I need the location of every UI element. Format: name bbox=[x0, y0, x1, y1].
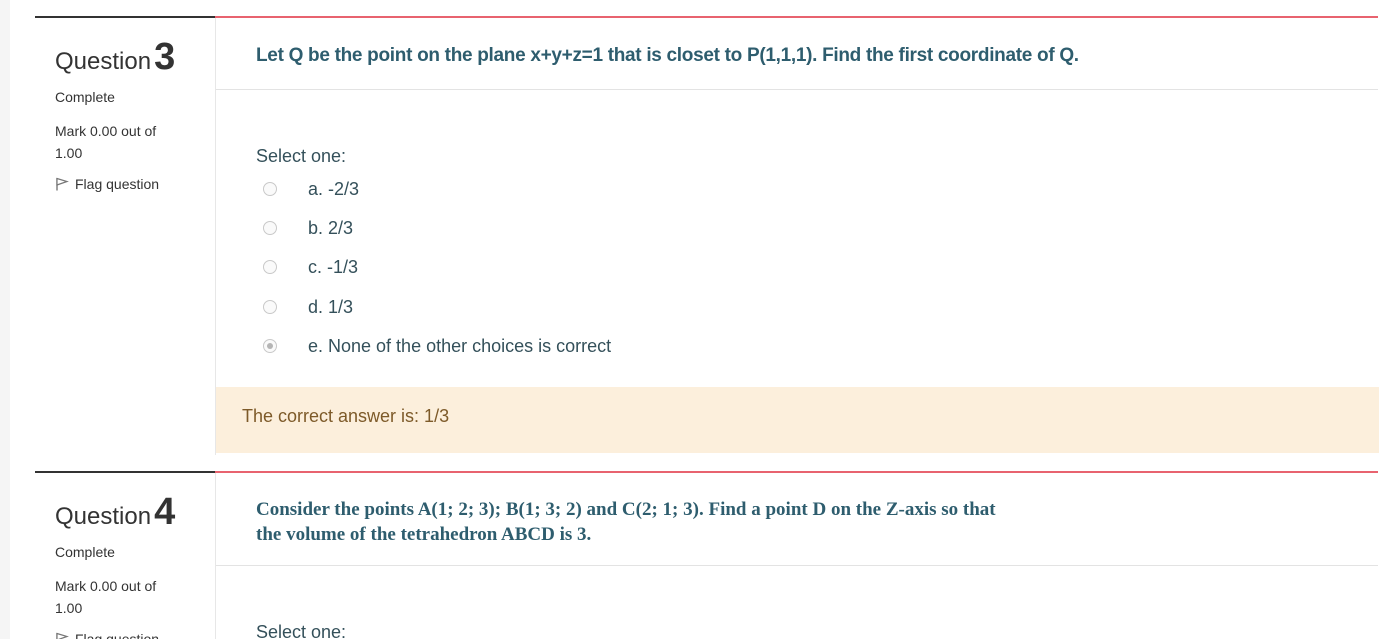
question-grade: Mark 0.00 out of 1.00 bbox=[55, 578, 157, 616]
question-info: Question3 Complete Mark 0.00 out of 1.00… bbox=[35, 16, 215, 455]
question-state: Complete bbox=[55, 89, 115, 105]
question-text-area: Let Q be the point on the plane x+y+z=1 … bbox=[216, 18, 1378, 90]
quiz-review-page: Question3 Complete Mark 0.00 out of 1.00… bbox=[0, 0, 1395, 639]
question-formulation: Let Q be the point on the plane x+y+z=1 … bbox=[215, 18, 1379, 455]
question-word: Question bbox=[55, 48, 152, 75]
question-3: Question3 Complete Mark 0.00 out of 1.00… bbox=[35, 16, 1379, 455]
question-text-line-1: Consider the points A(1; 2; 3); B(1; 3; … bbox=[256, 499, 996, 520]
question-number: 3 bbox=[154, 36, 176, 78]
radio-checked-icon[interactable] bbox=[263, 339, 277, 353]
question-text-line-2: the volume of the tetrahedron ABCD is 3. bbox=[256, 524, 592, 545]
flag-question-link[interactable]: Flag question bbox=[55, 631, 159, 639]
select-one-prompt: Select one: bbox=[256, 622, 347, 639]
left-page-strip bbox=[0, 0, 10, 639]
question-content: Consider the points A(1; 2; 3); B(1; 3; … bbox=[215, 471, 1378, 639]
option-label: c. -1/3 bbox=[308, 257, 359, 277]
option-label: a. -2/3 bbox=[308, 179, 360, 199]
question-word: Question bbox=[55, 503, 152, 530]
radio-icon[interactable] bbox=[263, 182, 277, 196]
question-grade: Mark 0.00 out of 1.00 bbox=[55, 123, 157, 161]
question-text: Let Q be the point on the plane x+y+z=1 … bbox=[256, 45, 1079, 66]
radio-icon[interactable] bbox=[263, 300, 277, 314]
question-state: Complete bbox=[55, 544, 115, 560]
question-text-area: Consider the points A(1; 2; 3); B(1; 3; … bbox=[216, 473, 1378, 566]
correct-answer-text: The correct answer is: 1/3 bbox=[242, 406, 450, 426]
feedback-box: The correct answer is: 1/3 bbox=[216, 387, 1379, 453]
question-info: Question4 Complete Mark 0.00 out of 1.00… bbox=[35, 471, 215, 639]
radio-icon[interactable] bbox=[263, 260, 277, 274]
option-label: b. 2/3 bbox=[308, 218, 354, 238]
flag-icon bbox=[56, 632, 69, 639]
option-label: d. 1/3 bbox=[308, 297, 354, 317]
question-heading: Question3 bbox=[55, 36, 175, 79]
question-4: Question4 Complete Mark 0.00 out of 1.00… bbox=[35, 471, 1378, 639]
question-number: 4 bbox=[154, 491, 176, 533]
flag-icon bbox=[56, 177, 69, 191]
question-content: Let Q be the point on the plane x+y+z=1 … bbox=[215, 16, 1379, 455]
option-label: e. None of the other choices is correct bbox=[308, 336, 612, 356]
flag-question-label: Flag question bbox=[75, 176, 160, 192]
question-text: Consider the points A(1; 2; 3); B(1; 3; … bbox=[256, 497, 1056, 547]
question-heading: Question4 bbox=[55, 491, 175, 534]
question-formulation: Consider the points A(1; 2; 3); B(1; 3; … bbox=[215, 473, 1378, 639]
select-one-prompt: Select one: bbox=[256, 146, 347, 166]
radio-icon[interactable] bbox=[263, 221, 277, 235]
flag-question-label: Flag question bbox=[75, 631, 160, 639]
flag-question-link[interactable]: Flag question bbox=[55, 176, 159, 192]
